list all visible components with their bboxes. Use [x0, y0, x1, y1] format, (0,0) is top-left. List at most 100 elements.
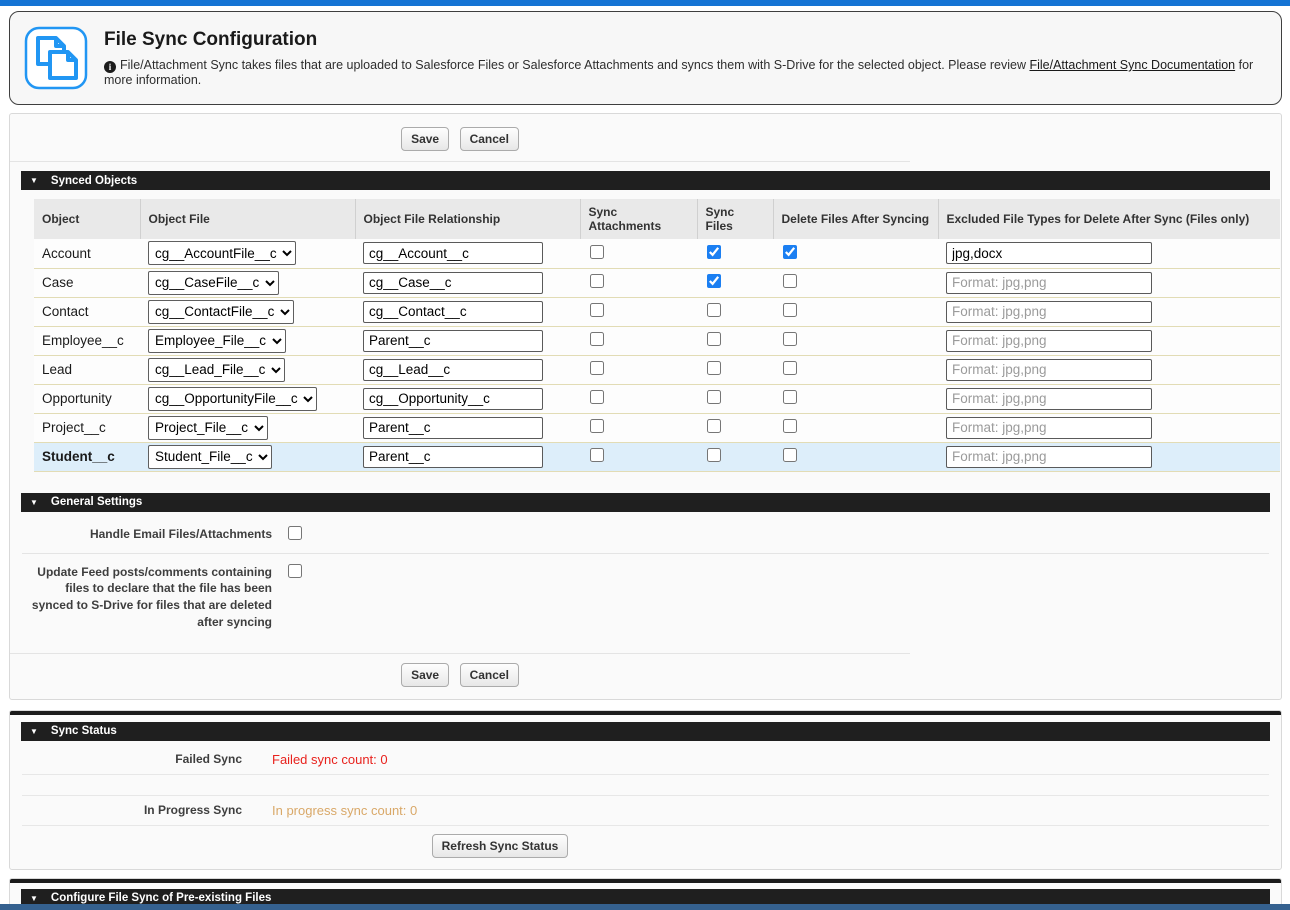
sync-files-checkbox[interactable] — [707, 448, 721, 462]
sync-files-checkbox[interactable] — [707, 361, 721, 375]
table-row: Accountcg__AccountFile__c — [34, 239, 1280, 268]
sync-attachments-checkbox[interactable] — [590, 448, 604, 462]
sync-files-checkbox[interactable] — [707, 303, 721, 317]
table-row: Contactcg__ContactFile__c — [34, 297, 1280, 326]
object-file-select[interactable]: cg__Lead_File__c — [148, 358, 285, 382]
object-file-relationship-input[interactable] — [363, 417, 543, 439]
status-label: Failed Sync — [22, 752, 242, 766]
delete-files-after-syncing-checkbox[interactable] — [783, 448, 797, 462]
delete-files-after-syncing-checkbox[interactable] — [783, 361, 797, 375]
sync-files-checkbox[interactable] — [707, 419, 721, 433]
object-file-select[interactable]: cg__ContactFile__c — [148, 300, 294, 324]
delete-files-after-syncing-checkbox[interactable] — [783, 303, 797, 317]
excluded-file-types-input[interactable] — [946, 417, 1152, 439]
object-file-relationship-input[interactable] — [363, 388, 543, 410]
object-file-select[interactable]: cg__OpportunityFile__c — [148, 387, 317, 411]
general-setting-row: Handle Email Files/Attachments — [22, 516, 1269, 553]
table-row: Student__c Student_File__c — [34, 442, 1280, 471]
refresh-button-row: Refresh Sync Status — [10, 826, 990, 869]
excluded-file-types-input[interactable] — [946, 330, 1152, 352]
synced-objects-section-header[interactable]: ▼ Synced Objects — [21, 171, 1270, 190]
object-name: Employee__c — [34, 326, 140, 355]
divider — [22, 775, 1269, 796]
object-file-select[interactable]: Student_File__c — [148, 445, 272, 469]
delete-files-after-syncing-checkbox[interactable] — [783, 390, 797, 404]
object-file-relationship-input[interactable] — [363, 272, 543, 294]
column-header: Delete Files After Syncing — [773, 199, 938, 239]
excluded-file-types-input[interactable] — [946, 301, 1152, 323]
documentation-link[interactable]: File/Attachment Sync Documentation — [1029, 58, 1235, 72]
object-name: Lead — [34, 355, 140, 384]
file-sync-pages-icon — [24, 26, 88, 90]
sync-files-checkbox[interactable] — [707, 274, 721, 288]
object-file-relationship-input[interactable] — [363, 359, 543, 381]
object-file-select[interactable]: Employee_File__c — [148, 329, 286, 353]
column-header: Object — [34, 199, 140, 239]
table-row: Lead cg__Lead_File__c — [34, 355, 1280, 384]
excluded-file-types-input[interactable] — [946, 272, 1152, 294]
setting-label: Handle Email Files/Attachments — [22, 525, 272, 545]
sync-status-row: In Progress SyncIn progress sync count: … — [22, 796, 1269, 826]
sync-status-section-header[interactable]: ▼ Sync Status — [21, 722, 1270, 741]
refresh-sync-status-button[interactable]: Refresh Sync Status — [432, 834, 569, 858]
sync-attachments-checkbox[interactable] — [590, 390, 604, 404]
sync-files-checkbox[interactable] — [707, 245, 721, 259]
excluded-file-types-input[interactable] — [946, 388, 1152, 410]
excluded-file-types-input[interactable] — [946, 446, 1152, 468]
object-name: Opportunity — [34, 384, 140, 413]
top-button-row: Save Cancel — [10, 114, 910, 162]
object-file-select[interactable]: Project_File__c — [148, 416, 268, 440]
sync-attachments-checkbox[interactable] — [590, 303, 604, 317]
general-settings-section-header[interactable]: ▼ General Settings — [21, 493, 1270, 512]
object-file-relationship-input[interactable] — [363, 242, 543, 264]
collapse-icon: ▼ — [30, 727, 38, 736]
object-file-select[interactable]: cg__CaseFile__c — [148, 271, 279, 295]
delete-files-after-syncing-checkbox[interactable] — [783, 419, 797, 433]
object-name: Student__c — [34, 442, 140, 471]
description-text: File/Attachment Sync takes files that ar… — [120, 58, 1029, 72]
object-file-select[interactable]: cg__AccountFile__c — [148, 241, 296, 265]
sync-files-checkbox[interactable] — [707, 390, 721, 404]
delete-files-after-syncing-checkbox[interactable] — [783, 332, 797, 346]
setting-checkbox[interactable] — [288, 564, 302, 578]
sync-status-section-title: Sync Status — [51, 725, 117, 737]
object-file-relationship-input[interactable] — [363, 446, 543, 468]
status-value: Failed sync count: 0 — [272, 752, 388, 767]
table-row: Opportunity cg__OpportunityFile__c — [34, 384, 1280, 413]
sync-attachments-checkbox[interactable] — [590, 274, 604, 288]
sync-status-panel: ▼ Sync Status Failed Sync Failed sync cou… — [9, 710, 1282, 870]
delete-files-after-syncing-checkbox[interactable] — [783, 274, 797, 288]
sync-attachments-checkbox[interactable] — [590, 245, 604, 259]
column-header: Excluded File Types for Delete After Syn… — [938, 199, 1280, 239]
setting-checkbox[interactable] — [288, 526, 302, 540]
sync-attachments-checkbox[interactable] — [590, 419, 604, 433]
cancel-button[interactable]: Cancel — [460, 127, 519, 151]
config-panel: Save Cancel ▼ Synced Objects ObjectObjec… — [9, 113, 1282, 700]
object-name: Project__c — [34, 413, 140, 442]
collapse-icon: ▼ — [30, 176, 38, 185]
synced-objects-table: ObjectObject FileObject File Relationshi… — [34, 199, 1280, 472]
cancel-button-bottom[interactable]: Cancel — [460, 663, 519, 687]
excluded-file-types-input[interactable] — [946, 359, 1152, 381]
general-setting-row: Update Feed posts/comments containing fi… — [22, 553, 1269, 639]
page-description: i File/Attachment Sync takes files that a… — [104, 58, 1267, 87]
object-file-relationship-input[interactable] — [363, 330, 543, 352]
delete-files-after-syncing-checkbox[interactable] — [783, 245, 797, 259]
sync-attachments-checkbox[interactable] — [590, 361, 604, 375]
table-row: Project__c Project_File__c — [34, 413, 1280, 442]
status-value: In progress sync count: 0 — [272, 803, 417, 818]
save-button[interactable]: Save — [401, 127, 449, 151]
table-row: Casecg__CaseFile__c — [34, 268, 1280, 297]
excluded-file-types-input[interactable] — [946, 242, 1152, 264]
preexisting-section-title: Configure File Sync of Pre-existing File… — [51, 892, 271, 904]
save-button-bottom[interactable]: Save — [401, 663, 449, 687]
sync-files-checkbox[interactable] — [707, 332, 721, 346]
bottom-button-row: Save Cancel — [10, 653, 910, 699]
table-row: Employee__c Employee_File__c — [34, 326, 1280, 355]
object-file-relationship-input[interactable] — [363, 301, 543, 323]
sync-attachments-checkbox[interactable] — [590, 332, 604, 346]
info-icon: i — [104, 61, 116, 73]
column-header: Object File Relationship — [355, 199, 580, 239]
column-header: Sync Files — [697, 199, 773, 239]
page-header: File Sync Configuration iFile/Attachment… — [9, 11, 1282, 105]
